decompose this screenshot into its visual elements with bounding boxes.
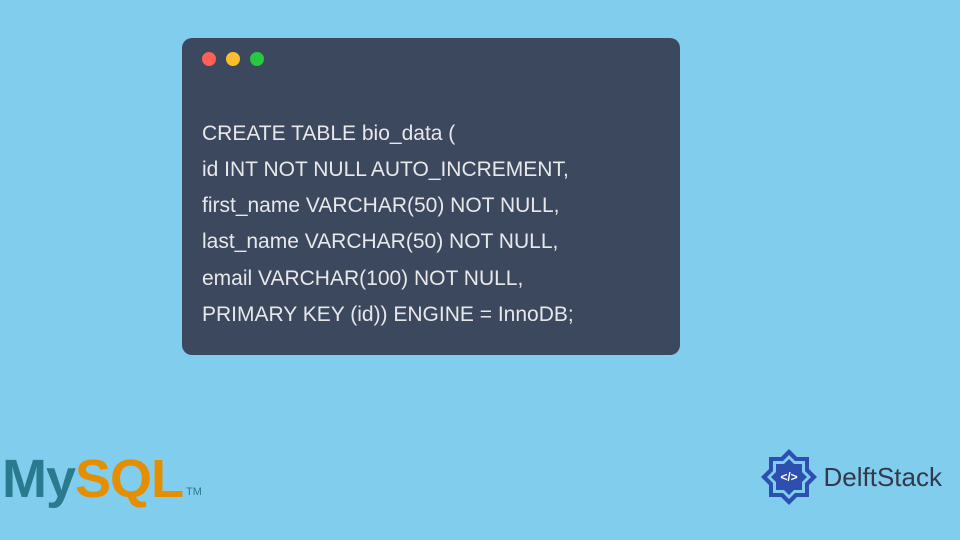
- code-line: email VARCHAR(100) NOT NULL,: [202, 267, 523, 290]
- delftstack-text: DelftStack: [824, 462, 943, 493]
- minimize-icon: [226, 52, 240, 66]
- code-line: PRIMARY KEY (id)) ENGINE = InnoDB;: [202, 303, 574, 326]
- code-line: id INT NOT NULL AUTO_INCREMENT,: [202, 158, 569, 181]
- code-line: last_name VARCHAR(50) NOT NULL,: [202, 230, 558, 253]
- close-icon: [202, 52, 216, 66]
- code-line: first_name VARCHAR(50) NOT NULL,: [202, 194, 559, 217]
- code-line: CREATE TABLE bio_data (: [202, 122, 455, 145]
- code-block: CREATE TABLE bio_data ( id INT NOT NULL …: [202, 80, 660, 333]
- mysql-my-text: My: [2, 448, 75, 510]
- mysql-sql-text: SQL: [75, 448, 183, 510]
- window-titlebar: [202, 52, 660, 66]
- delftstack-icon: </>: [760, 448, 818, 506]
- mysql-logo: MySQL TM: [2, 448, 202, 510]
- mysql-tm-text: TM: [186, 486, 202, 498]
- code-window: CREATE TABLE bio_data ( id INT NOT NULL …: [182, 38, 680, 355]
- maximize-icon: [250, 52, 264, 66]
- delftstack-logo: </> DelftStack: [760, 448, 943, 506]
- svg-text:</>: </>: [780, 470, 797, 484]
